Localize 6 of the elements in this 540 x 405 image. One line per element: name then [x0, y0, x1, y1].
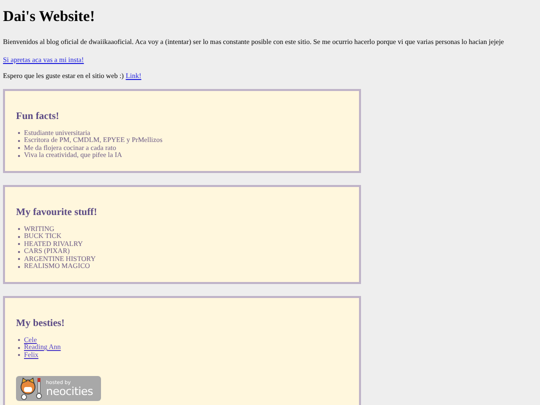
badge-brand: neocities [46, 386, 93, 396]
section-heading: My favourite stuff! [16, 206, 98, 220]
section-heading: Fun facts! [16, 110, 60, 124]
page-title: Dai's Website! [3, 8, 96, 26]
section-heading: My besties! [16, 316, 66, 330]
cat-mascot-icon [18, 377, 44, 400]
